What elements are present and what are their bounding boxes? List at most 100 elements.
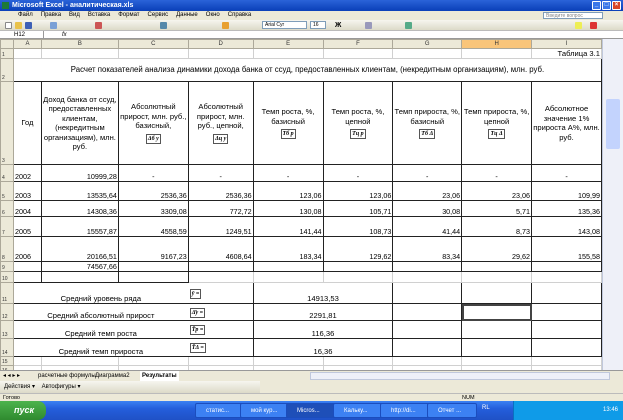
data-cell[interactable]: 772,72 <box>187 200 254 217</box>
col-header-a[interactable]: A <box>12 39 42 49</box>
row-header[interactable]: 13 <box>0 320 14 339</box>
row-header[interactable]: 11 <box>0 282 14 304</box>
col-header-f[interactable]: F <box>322 39 394 49</box>
data-cell[interactable]: 130,08 <box>252 200 324 217</box>
scroll-thumb[interactable] <box>606 99 620 149</box>
horizontal-scrollbar[interactable] <box>310 372 610 380</box>
data-cell[interactable]: 105,71 <box>322 200 394 217</box>
data-cell[interactable]: 183,34 <box>252 236 324 262</box>
row-header[interactable]: 15 <box>0 356 14 366</box>
data-cell[interactable]: 2002 <box>12 164 42 182</box>
data-cell[interactable]: 2004 <box>12 200 42 217</box>
align-left-icon[interactable] <box>365 22 372 29</box>
data-cell[interactable]: 4558,59 <box>117 216 189 237</box>
menu-file[interactable]: Файл <box>18 11 33 20</box>
data-cell[interactable]: 4608,64 <box>187 236 254 262</box>
ask-question-input[interactable]: Введите вопрос <box>543 12 603 19</box>
data-cell[interactable]: - <box>252 164 324 182</box>
task-button[interactable]: мой кур... <box>240 403 290 418</box>
data-cell[interactable]: 8,73 <box>461 216 533 237</box>
menu-data[interactable]: Данные <box>176 11 198 20</box>
summary-label[interactable]: Средний темп прироста <box>13 338 189 357</box>
summary-label[interactable]: Средний абсолютный прирост <box>13 303 189 321</box>
cell[interactable] <box>461 320 533 339</box>
data-cell[interactable]: 13535,64 <box>40 181 119 201</box>
cell[interactable] <box>461 282 533 304</box>
row-header[interactable]: 1 <box>0 48 14 59</box>
spreadsheet-grid[interactable]: ABCDEFGHI 1 Таблица 3.1 2 Расчет показател… <box>0 39 602 370</box>
data-cell[interactable]: 143,08 <box>531 216 602 237</box>
data-cell[interactable]: 20166,51 <box>40 236 119 262</box>
summary-value[interactable]: 16,36 <box>252 338 394 357</box>
column-heading[interactable]: Абсолютный прирост, млн. руб., цепной, Δц… <box>187 81 254 165</box>
row-header[interactable]: 5 <box>0 181 14 201</box>
menu-help[interactable]: Справка <box>228 11 252 20</box>
row-header[interactable]: 14 <box>0 338 14 357</box>
row-header[interactable]: 7 <box>0 216 14 237</box>
row-header[interactable]: 4 <box>0 164 14 182</box>
col-header-h[interactable]: H <box>461 39 533 49</box>
column-heading[interactable]: Абсолютное значение 1% прироста А%, млн.… <box>531 81 602 165</box>
data-cell[interactable]: - <box>392 164 463 182</box>
tab-diagram2[interactable]: Диаграмма2 <box>95 371 130 381</box>
autoshapes-menu[interactable]: Автофигуры ▾ <box>42 384 81 390</box>
close-button[interactable]: × <box>612 1 621 10</box>
col-header-b[interactable]: B <box>40 39 119 49</box>
name-box[interactable]: H12 <box>0 31 44 39</box>
col-header-c[interactable]: C <box>117 39 189 49</box>
minimize-button[interactable]: _ <box>592 1 601 10</box>
data-cell[interactable]: 135,36 <box>531 200 602 217</box>
menu-tools[interactable]: Сервис <box>148 11 169 20</box>
tab-formulas[interactable]: расчетные формулы <box>38 371 96 381</box>
task-button[interactable]: Кальку... <box>333 403 383 418</box>
column-heading[interactable]: Темп прироста, %, цепной Tц Δ <box>461 81 533 165</box>
task-button-excel[interactable]: Micros... <box>286 403 336 418</box>
data-cell[interactable]: 30,08 <box>392 200 463 217</box>
tab-nav-arrows[interactable]: ◂ ◂ ▸ ▸ <box>3 371 20 381</box>
tab-results[interactable]: Результаты <box>140 371 179 381</box>
currency-icon[interactable] <box>405 22 412 29</box>
data-cell[interactable]: 41,44 <box>392 216 463 237</box>
summary-value[interactable]: 14913,53 <box>252 282 394 304</box>
column-heading[interactable]: Темп роста, %, цепной Tц p <box>322 81 394 165</box>
row-header[interactable]: 12 <box>0 303 14 321</box>
menu-window[interactable]: Окно <box>206 11 220 20</box>
summary-label[interactable]: Средний темп роста <box>13 320 189 339</box>
task-button[interactable]: Отчет ... <box>427 403 477 418</box>
data-cell[interactable]: 2006 <box>12 236 42 262</box>
bold-icon[interactable]: Ж <box>335 22 342 29</box>
save-icon[interactable] <box>25 22 32 29</box>
sum-icon[interactable] <box>160 22 167 29</box>
col-header-e[interactable]: E <box>252 39 324 49</box>
col-header-d[interactable]: D <box>187 39 254 49</box>
row-header[interactable]: 3 <box>0 81 14 165</box>
data-cell[interactable]: 2536,36 <box>117 181 189 201</box>
data-cell[interactable]: 141,44 <box>252 216 324 237</box>
cell[interactable] <box>461 338 533 357</box>
data-cell[interactable]: - <box>461 164 533 182</box>
column-heading[interactable]: Абсолютный прирост, млн. руб., базисный,… <box>117 81 189 165</box>
data-cell[interactable]: 123,06 <box>322 181 394 201</box>
col-header-i[interactable]: I <box>531 39 602 49</box>
row-header[interactable]: 10 <box>0 271 14 283</box>
font-color-icon[interactable] <box>590 22 597 29</box>
task-button[interactable]: http://di... <box>380 403 430 418</box>
chart-icon[interactable] <box>222 22 229 29</box>
print-icon[interactable] <box>50 22 57 29</box>
data-cell[interactable]: 9167,23 <box>117 236 189 262</box>
menu-edit[interactable]: Правка <box>41 11 61 20</box>
select-all[interactable] <box>0 39 14 49</box>
data-cell[interactable]: - <box>187 164 254 182</box>
open-icon[interactable] <box>15 22 22 29</box>
start-button[interactable]: пуск <box>0 401 46 420</box>
data-cell[interactable]: 14308,36 <box>40 200 119 217</box>
menu-format[interactable]: Формат <box>118 11 139 20</box>
cut-icon[interactable] <box>95 22 102 29</box>
data-cell[interactable]: 2005 <box>12 216 42 237</box>
column-heading[interactable]: Год <box>12 81 42 165</box>
column-heading[interactable]: Доход банка от ссуд, предоставленных кли… <box>40 81 119 165</box>
total-income[interactable]: 74567,66 <box>40 261 119 272</box>
column-heading[interactable]: Темп прироста, %, базисный Tб Δ <box>392 81 463 165</box>
selected-cell-h12[interactable] <box>461 303 533 321</box>
menu-view[interactable]: Вид <box>69 11 80 20</box>
